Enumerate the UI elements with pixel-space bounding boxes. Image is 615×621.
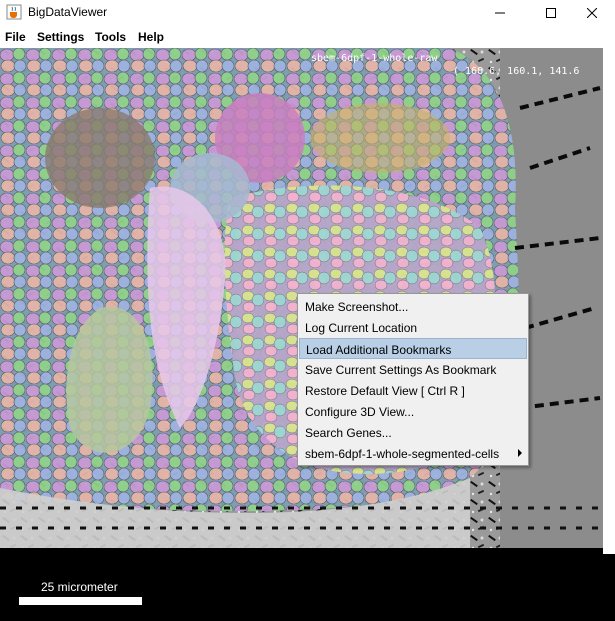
- menu-tools[interactable]: Tools: [95, 30, 126, 44]
- source-name-label: sbem-6dpf-1-whole-raw: [311, 53, 438, 64]
- menu-help[interactable]: Help: [138, 30, 164, 44]
- menu-file[interactable]: File: [5, 30, 26, 44]
- java-cup-icon: [6, 4, 22, 20]
- close-button[interactable]: [569, 0, 615, 26]
- coordinates-label: ( 168.6, 160.1, 141.6: [453, 66, 580, 77]
- context-menu: Make Screenshot... Log Current Location …: [297, 293, 529, 466]
- menu-item-segmented-cells[interactable]: sbem-6dpf-1-whole-segmented-cells: [299, 443, 527, 464]
- menu-item-label: Search Genes...: [305, 426, 392, 440]
- viewer-border: [603, 48, 615, 554]
- menu-item-label: Configure 3D View...: [305, 405, 415, 419]
- scale-bar-label: 25 micrometer: [41, 580, 118, 594]
- menu-item-configure-3d[interactable]: Configure 3D View...: [299, 401, 527, 422]
- maximize-icon: [546, 8, 556, 18]
- menu-item-label: Make Screenshot...: [305, 300, 409, 314]
- window-title: BigDataViewer: [28, 5, 108, 19]
- menu-item-save-bookmark[interactable]: Save Current Settings As Bookmark: [299, 359, 527, 380]
- minimize-icon: [495, 12, 505, 14]
- menu-item-search-genes[interactable]: Search Genes...: [299, 422, 527, 443]
- menu-settings[interactable]: Settings: [37, 30, 84, 44]
- maximize-button[interactable]: [528, 0, 574, 26]
- menu-item-label: Restore Default View [ Ctrl R ]: [305, 384, 465, 398]
- menu-item-label: Log Current Location: [305, 321, 418, 335]
- minimize-button[interactable]: [477, 0, 523, 26]
- menu-item-restore-view[interactable]: Restore Default View [ Ctrl R ]: [299, 380, 527, 401]
- menu-item-label: Load Additional Bookmarks: [306, 343, 452, 357]
- title-bar[interactable]: BigDataViewer: [0, 0, 615, 26]
- menu-item-label: Save Current Settings As Bookmark: [305, 363, 497, 377]
- scale-bar: [19, 597, 142, 605]
- submenu-arrow-icon: [518, 449, 522, 457]
- menu-item-load-bookmarks[interactable]: Load Additional Bookmarks: [299, 338, 527, 359]
- menu-bar: File Settings Tools Help: [0, 26, 615, 48]
- scale-bar-area: 25 micrometer: [0, 554, 615, 621]
- menu-item-make-screenshot[interactable]: Make Screenshot...: [299, 296, 527, 317]
- close-icon: [587, 8, 597, 18]
- menu-item-label: sbem-6dpf-1-whole-segmented-cells: [305, 447, 500, 461]
- menu-item-log-location[interactable]: Log Current Location: [299, 317, 527, 338]
